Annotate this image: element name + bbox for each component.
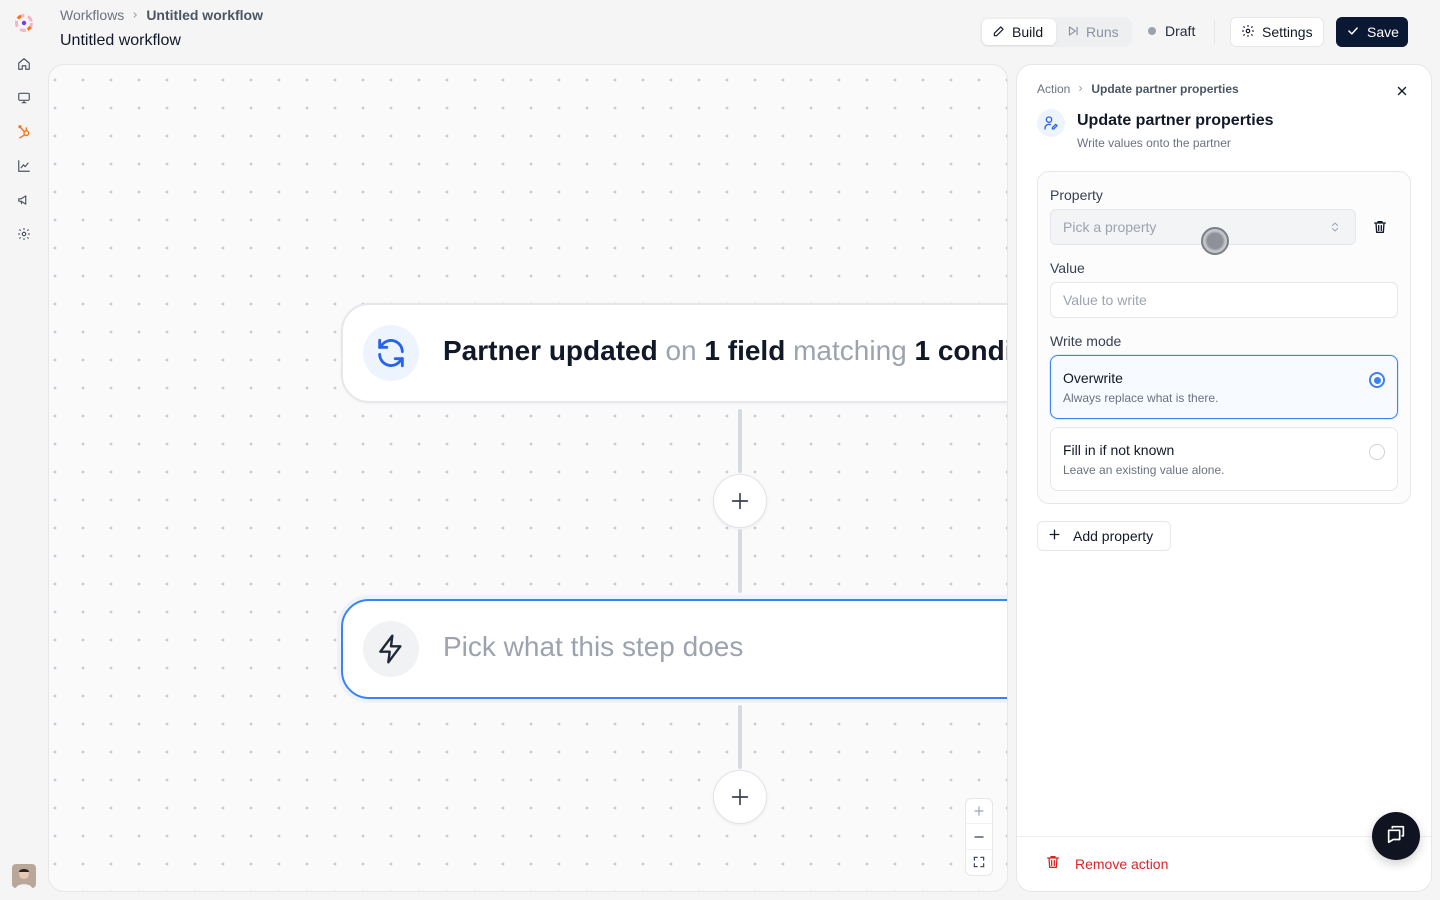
remove-action-label: Remove action <box>1075 855 1169 872</box>
option-title: Overwrite <box>1063 370 1123 386</box>
left-rail <box>0 0 48 900</box>
zoom-controls <box>965 798 993 876</box>
save-button[interactable]: Save <box>1336 17 1408 47</box>
avatar[interactable] <box>12 864 36 888</box>
tab-runs-label: Runs <box>1086 24 1119 40</box>
option-title: Fill in if not known <box>1063 442 1175 458</box>
header-divider <box>1214 20 1215 44</box>
write-mode-option-fill-if-unknown[interactable]: Fill in if not known Leave an existing v… <box>1050 427 1398 491</box>
trash-icon[interactable] <box>1370 217 1390 237</box>
tab-build[interactable]: Build <box>982 19 1056 45</box>
lightning-icon <box>363 621 419 677</box>
status-dot <box>1148 27 1156 35</box>
status-badge: Draft <box>1148 23 1195 39</box>
home-icon[interactable] <box>16 56 32 72</box>
settings-label: Settings <box>1262 24 1313 40</box>
zoom-in-button[interactable] <box>966 799 992 825</box>
user-edit-icon <box>1037 109 1065 137</box>
zoom-out-button[interactable] <box>966 824 992 850</box>
trigger-fields: 1 field <box>704 335 786 366</box>
value-label: Value <box>1050 260 1085 276</box>
breadcrumb-root[interactable]: Workflows <box>60 7 124 23</box>
chat-button[interactable] <box>1372 812 1420 860</box>
chevron-up-down-icon <box>1329 220 1341 237</box>
chat-icon <box>1385 823 1407 850</box>
page-title[interactable]: Untitled workflow <box>60 32 181 50</box>
remove-action-button[interactable]: Remove action <box>1045 854 1168 873</box>
panel-title: Update partner properties <box>1077 112 1274 129</box>
cursor-indicator <box>1201 227 1229 255</box>
breadcrumb: Workflows Untitled workflow <box>60 7 263 23</box>
hubspot-icon[interactable] <box>16 124 32 140</box>
plus-icon <box>1048 528 1061 544</box>
connector-line <box>738 529 742 593</box>
property-select[interactable]: Pick a property <box>1050 209 1356 255</box>
chart-line-icon[interactable] <box>16 158 32 174</box>
panel-footer-divider <box>1017 836 1431 837</box>
settings-button[interactable]: Settings <box>1230 17 1324 47</box>
workflow-canvas[interactable]: Partner updated on 1 field matching 1 co… <box>48 64 1008 892</box>
trigger-conditions: 1 conditi <box>914 335 1008 366</box>
radio-selected[interactable] <box>1369 372 1385 388</box>
chevron-right-icon <box>1076 82 1085 96</box>
status-label: Draft <box>1165 23 1196 39</box>
monitor-icon[interactable] <box>16 90 32 106</box>
action-node[interactable]: Pick what this step does <box>341 599 1007 699</box>
trash-icon <box>1045 854 1061 873</box>
tab-runs[interactable]: Runs <box>1056 19 1129 45</box>
option-description: Always replace what is there. <box>1063 391 1219 405</box>
property-label: Property <box>1050 187 1103 203</box>
breadcrumb-current: Untitled workflow <box>146 7 263 23</box>
check-icon <box>1346 24 1360 41</box>
add-property-button[interactable]: Add property <box>1037 521 1171 551</box>
close-icon[interactable] <box>1392 81 1412 101</box>
play-skip-icon <box>1066 24 1080 41</box>
connector-line <box>738 409 742 473</box>
write-mode-label: Write mode <box>1050 333 1122 349</box>
property-group: Property Pick a property Value Write mod… <box>1037 171 1411 504</box>
action-placeholder: Pick what this step does <box>443 631 744 662</box>
save-label: Save <box>1367 24 1399 40</box>
app-logo[interactable] <box>12 11 36 35</box>
option-description: Leave an existing value alone. <box>1063 463 1225 477</box>
mode-toggle: Build Runs <box>980 17 1132 47</box>
trigger-on: on <box>657 335 705 366</box>
chevron-right-icon <box>130 7 140 23</box>
panel-breadcrumb-current: Update partner properties <box>1091 82 1239 96</box>
add-step-button[interactable] <box>713 770 767 824</box>
panel-breadcrumb-root[interactable]: Action <box>1037 82 1070 96</box>
radio-unselected[interactable] <box>1369 444 1385 460</box>
trigger-matching: matching <box>785 335 915 366</box>
panel-breadcrumb: Action Update partner properties <box>1037 82 1239 96</box>
megaphone-icon[interactable] <box>16 192 32 208</box>
pencil-icon <box>992 24 1006 41</box>
write-mode-option-overwrite[interactable]: Overwrite Always replace what is there. <box>1050 355 1398 419</box>
gear-icon <box>1241 24 1255 41</box>
action-panel: Action Update partner properties Update … <box>1016 64 1432 892</box>
gear-icon[interactable] <box>16 226 32 242</box>
tab-build-label: Build <box>1012 24 1044 40</box>
fit-view-button[interactable] <box>966 850 992 875</box>
add-property-label: Add property <box>1073 528 1154 544</box>
trigger-summary: Partner updated on 1 field matching 1 co… <box>443 335 1008 367</box>
connector-line <box>738 705 742 769</box>
property-select-placeholder: Pick a property <box>1063 219 1157 235</box>
trigger-node[interactable]: Partner updated on 1 field matching 1 co… <box>341 303 1008 403</box>
trigger-event: Partner updated <box>443 335 658 366</box>
refresh-icon <box>363 325 419 381</box>
add-step-button[interactable] <box>713 474 767 528</box>
value-input[interactable] <box>1050 282 1398 318</box>
panel-subtitle: Write values onto the partner <box>1077 136 1231 150</box>
